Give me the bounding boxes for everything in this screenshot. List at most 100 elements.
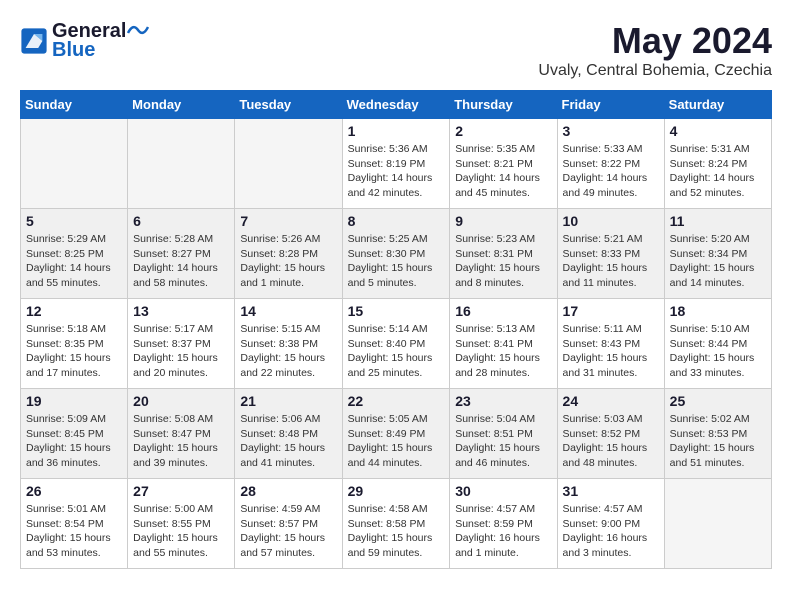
day-info: Sunrise: 5:17 AMSunset: 8:37 PMDaylight:…: [133, 322, 229, 381]
calendar-day-cell: 12 Sunrise: 5:18 AMSunset: 8:35 PMDayligh…: [21, 299, 128, 389]
day-info: Sunrise: 5:09 AMSunset: 8:45 PMDaylight:…: [26, 412, 122, 471]
day-number: 23: [455, 393, 551, 409]
weekday-header-wednesday: Wednesday: [342, 91, 450, 119]
calendar-day-cell: 3 Sunrise: 5:33 AMSunset: 8:22 PMDaylight…: [557, 119, 664, 209]
calendar-week-row: 12 Sunrise: 5:18 AMSunset: 8:35 PMDayligh…: [21, 299, 772, 389]
day-info: Sunrise: 5:13 AMSunset: 8:41 PMDaylight:…: [455, 322, 551, 381]
day-info: Sunrise: 5:29 AMSunset: 8:25 PMDaylight:…: [26, 232, 122, 291]
weekday-header-sunday: Sunday: [21, 91, 128, 119]
day-info: Sunrise: 5:35 AMSunset: 8:21 PMDaylight:…: [455, 142, 551, 201]
calendar-day-cell: 7 Sunrise: 5:26 AMSunset: 8:28 PMDaylight…: [235, 209, 342, 299]
day-number: 8: [348, 213, 445, 229]
calendar-day-cell: [235, 119, 342, 209]
day-info: Sunrise: 4:57 AMSunset: 9:00 PMDaylight:…: [563, 502, 659, 561]
day-number: 14: [240, 303, 336, 319]
day-number: 11: [670, 213, 766, 229]
day-number: 30: [455, 483, 551, 499]
weekday-header-monday: Monday: [128, 91, 235, 119]
day-info: Sunrise: 5:26 AMSunset: 8:28 PMDaylight:…: [240, 232, 336, 291]
day-number: 28: [240, 483, 336, 499]
calendar-day-cell: 1 Sunrise: 5:36 AMSunset: 8:19 PMDaylight…: [342, 119, 450, 209]
day-number: 10: [563, 213, 659, 229]
calendar-day-cell: 17Sunrise: 5:11 AMSunset: 8:43 PMDayligh…: [557, 299, 664, 389]
calendar-day-cell: 9 Sunrise: 5:23 AMSunset: 8:31 PMDaylight…: [450, 209, 557, 299]
day-number: 20: [133, 393, 229, 409]
calendar-day-cell: 23 Sunrise: 5:04 AMSunset: 8:51 PMDayligh…: [450, 389, 557, 479]
day-info: Sunrise: 5:36 AMSunset: 8:19 PMDaylight:…: [348, 142, 445, 201]
calendar-day-cell: [664, 479, 771, 569]
calendar-day-cell: 8 Sunrise: 5:25 AMSunset: 8:30 PMDaylight…: [342, 209, 450, 299]
calendar-day-cell: 27 Sunrise: 5:00 AMSunset: 8:55 PMDayligh…: [128, 479, 235, 569]
calendar-day-cell: 28 Sunrise: 4:59 AMSunset: 8:57 PMDayligh…: [235, 479, 342, 569]
day-info: Sunrise: 5:23 AMSunset: 8:31 PMDaylight:…: [455, 232, 551, 291]
day-number: 9: [455, 213, 551, 229]
logo: General Blue: [20, 20, 150, 62]
day-number: 22: [348, 393, 445, 409]
day-info: Sunrise: 5:25 AMSunset: 8:30 PMDaylight:…: [348, 232, 445, 291]
calendar-day-cell: 5 Sunrise: 5:29 AMSunset: 8:25 PMDaylight…: [21, 209, 128, 299]
weekday-header-row: SundayMondayTuesdayWednesdayThursdayFrid…: [21, 91, 772, 119]
day-info: Sunrise: 5:03 AMSunset: 8:52 PMDaylight:…: [563, 412, 659, 471]
location: Uvaly, Central Bohemia, Czechia: [538, 62, 772, 80]
day-info: Sunrise: 5:18 AMSunset: 8:35 PMDaylight:…: [26, 322, 122, 381]
calendar-day-cell: 22 Sunrise: 5:05 AMSunset: 8:49 PMDayligh…: [342, 389, 450, 479]
calendar-day-cell: 4Sunrise: 5:31 AMSunset: 8:24 PMDaylight…: [664, 119, 771, 209]
calendar-week-row: 5 Sunrise: 5:29 AMSunset: 8:25 PMDaylight…: [21, 209, 772, 299]
page-header: General Blue May 2024 Uvaly, Central Boh…: [20, 20, 772, 80]
day-number: 16: [455, 303, 551, 319]
calendar-day-cell: [128, 119, 235, 209]
day-info: Sunrise: 5:04 AMSunset: 8:51 PMDaylight:…: [455, 412, 551, 471]
day-number: 15: [348, 303, 445, 319]
day-number: 3: [563, 123, 659, 139]
day-info: Sunrise: 5:28 AMSunset: 8:27 PMDaylight:…: [133, 232, 229, 291]
day-number: 29: [348, 483, 445, 499]
calendar-day-cell: 26Sunrise: 5:01 AMSunset: 8:54 PMDayligh…: [21, 479, 128, 569]
day-number: 18: [670, 303, 766, 319]
day-number: 5: [26, 213, 122, 229]
day-number: 19: [26, 393, 122, 409]
day-number: 17: [563, 303, 659, 319]
calendar-day-cell: 15Sunrise: 5:14 AMSunset: 8:40 PMDayligh…: [342, 299, 450, 389]
calendar-day-cell: 21 Sunrise: 5:06 AMSunset: 8:48 PMDayligh…: [235, 389, 342, 479]
calendar-day-cell: 18 Sunrise: 5:10 AMSunset: 8:44 PMDayligh…: [664, 299, 771, 389]
calendar-day-cell: 25Sunrise: 5:02 AMSunset: 8:53 PMDayligh…: [664, 389, 771, 479]
month-title: May 2024: [538, 20, 772, 62]
day-info: Sunrise: 5:31 AMSunset: 8:24 PMDaylight:…: [670, 142, 766, 201]
day-number: 2: [455, 123, 551, 139]
day-info: Sunrise: 5:20 AMSunset: 8:34 PMDaylight:…: [670, 232, 766, 291]
day-number: 31: [563, 483, 659, 499]
weekday-header-saturday: Saturday: [664, 91, 771, 119]
calendar-day-cell: 16 Sunrise: 5:13 AMSunset: 8:41 PMDayligh…: [450, 299, 557, 389]
calendar-day-cell: 14Sunrise: 5:15 AMSunset: 8:38 PMDayligh…: [235, 299, 342, 389]
day-number: 1: [348, 123, 445, 139]
calendar-table: SundayMondayTuesdayWednesdayThursdayFrid…: [20, 90, 772, 569]
day-info: Sunrise: 5:06 AMSunset: 8:48 PMDaylight:…: [240, 412, 336, 471]
day-number: 27: [133, 483, 229, 499]
day-number: 26: [26, 483, 122, 499]
calendar-day-cell: 11 Sunrise: 5:20 AMSunset: 8:34 PMDayligh…: [664, 209, 771, 299]
day-number: 21: [240, 393, 336, 409]
day-info: Sunrise: 5:00 AMSunset: 8:55 PMDaylight:…: [133, 502, 229, 561]
day-info: Sunrise: 4:58 AMSunset: 8:58 PMDaylight:…: [348, 502, 445, 561]
day-info: Sunrise: 5:21 AMSunset: 8:33 PMDaylight:…: [563, 232, 659, 291]
day-number: 12: [26, 303, 122, 319]
calendar-week-row: 19 Sunrise: 5:09 AMSunset: 8:45 PMDayligh…: [21, 389, 772, 479]
day-info: Sunrise: 5:10 AMSunset: 8:44 PMDaylight:…: [670, 322, 766, 381]
day-number: 6: [133, 213, 229, 229]
calendar-day-cell: 13 Sunrise: 5:17 AMSunset: 8:37 PMDayligh…: [128, 299, 235, 389]
day-number: 7: [240, 213, 336, 229]
day-info: Sunrise: 5:05 AMSunset: 8:49 PMDaylight:…: [348, 412, 445, 471]
day-info: Sunrise: 5:33 AMSunset: 8:22 PMDaylight:…: [563, 142, 659, 201]
day-number: 24: [563, 393, 659, 409]
day-info: Sunrise: 5:02 AMSunset: 8:53 PMDaylight:…: [670, 412, 766, 471]
day-info: Sunrise: 4:59 AMSunset: 8:57 PMDaylight:…: [240, 502, 336, 561]
weekday-header-tuesday: Tuesday: [235, 91, 342, 119]
day-info: Sunrise: 5:08 AMSunset: 8:47 PMDaylight:…: [133, 412, 229, 471]
calendar-day-cell: 19 Sunrise: 5:09 AMSunset: 8:45 PMDayligh…: [21, 389, 128, 479]
calendar-day-cell: 29 Sunrise: 4:58 AMSunset: 8:58 PMDayligh…: [342, 479, 450, 569]
calendar-day-cell: 31 Sunrise: 4:57 AMSunset: 9:00 PMDayligh…: [557, 479, 664, 569]
day-number: 13: [133, 303, 229, 319]
calendar-day-cell: 24 Sunrise: 5:03 AMSunset: 8:52 PMDayligh…: [557, 389, 664, 479]
title-block: May 2024 Uvaly, Central Bohemia, Czechia: [538, 20, 772, 80]
logo-icon: [20, 27, 48, 55]
